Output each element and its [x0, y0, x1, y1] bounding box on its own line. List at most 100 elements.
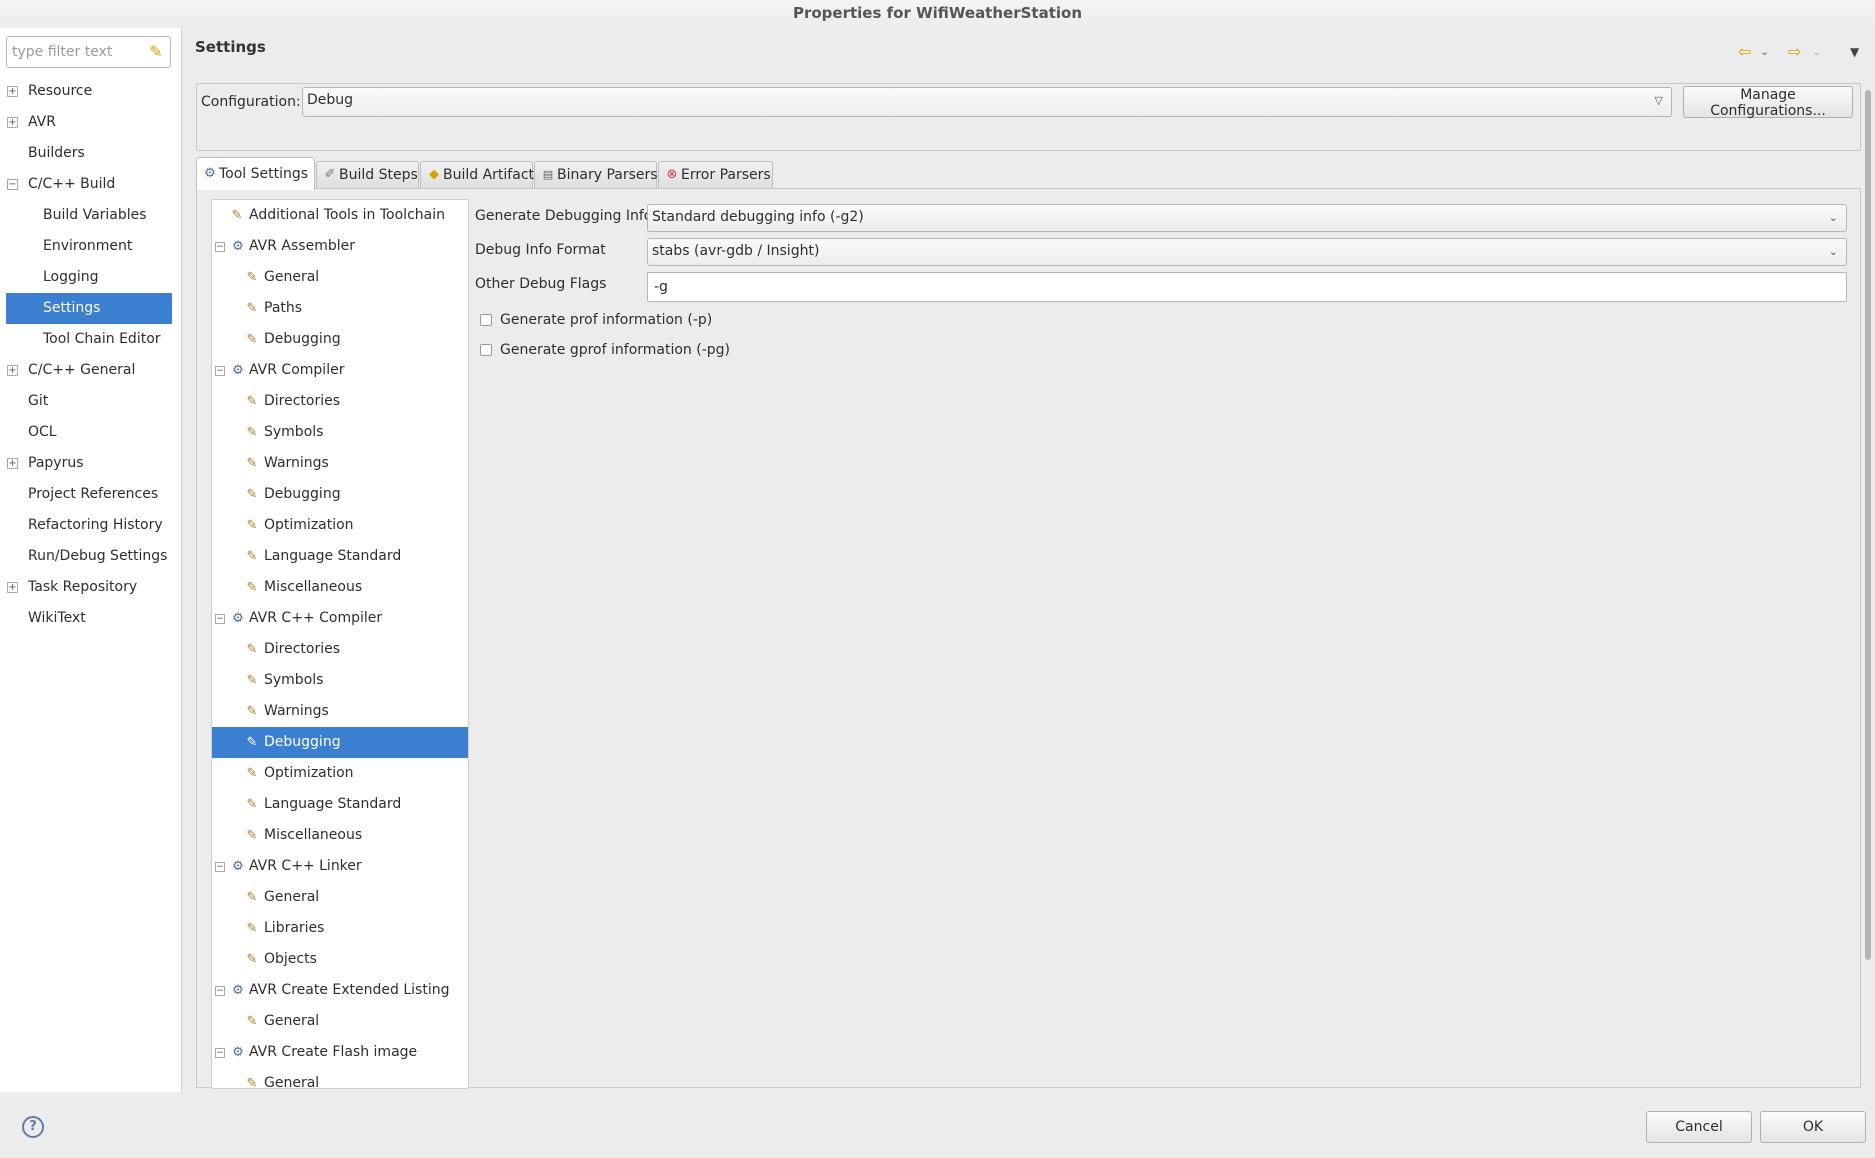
sidebar-item-c-c-build[interactable]: − C/C++ Build [0, 169, 182, 200]
expand-icon[interactable]: + [7, 86, 18, 97]
scrollbar-thumb[interactable] [1865, 90, 1871, 960]
tab-binary-parsers[interactable]: ▤ Binary Parsers [534, 161, 658, 189]
tree-item[interactable]: ✎ Symbols [212, 665, 468, 696]
tree-item[interactable]: ✎ Warnings [212, 696, 468, 727]
tree-item-label: Symbols [264, 424, 324, 440]
back-menu-chevron-icon[interactable]: ⌄ [1760, 42, 1769, 62]
sidebar-item-label: Run/Debug Settings [28, 548, 168, 564]
view-menu-icon[interactable]: ▼ [1850, 42, 1859, 62]
sidebar-item-project-references[interactable]: Project References [0, 479, 182, 510]
configuration-group: Configuration: Debug ▽ Manage Configurat… [196, 83, 1861, 151]
tab-build-steps[interactable]: ✐ Build Steps [316, 161, 419, 189]
debug-info-select[interactable]: Standard debugging info (-g2) ⌄ [647, 204, 1847, 232]
tree-tool-item[interactable]: − ⚙ AVR C++ Linker [212, 851, 468, 882]
tree-item[interactable]: ✎ General [212, 1006, 468, 1037]
sidebar-item-label: Project References [28, 486, 159, 502]
tree-tool-item[interactable]: − ⚙ AVR Create Extended Listing [212, 975, 468, 1006]
tree-item-label: AVR Create Extended Listing [249, 982, 450, 998]
tree-item[interactable]: ✎ Warnings [212, 448, 468, 479]
tree-item[interactable]: ✎ Language Standard [212, 789, 468, 820]
tree-item[interactable]: ✎ Paths [212, 293, 468, 324]
collapse-icon[interactable]: − [215, 366, 225, 376]
sidebar-item-papyrus[interactable]: + Papyrus [0, 448, 182, 479]
sidebar-item-logging[interactable]: Logging [0, 262, 182, 293]
option-category-icon: ✎ [246, 921, 258, 936]
chevron-down-icon: ⌄ [1828, 245, 1838, 258]
filter-input[interactable] [10, 40, 148, 64]
collapse-icon[interactable]: − [215, 242, 225, 252]
configuration-select[interactable]: Debug ▽ [302, 87, 1672, 117]
sidebar-item-task-repository[interactable]: + Task Repository [0, 572, 182, 603]
sidebar-item-wikitext[interactable]: WikiText [0, 603, 182, 634]
tree-item[interactable]: ✎ Language Standard [212, 541, 468, 572]
tree-item[interactable]: ✎ Debugging [212, 727, 468, 758]
tree-tool-item[interactable]: − ⚙ AVR Compiler [212, 355, 468, 386]
page-vertical-scrollbar[interactable] [1863, 84, 1873, 1088]
forward-menu-chevron-icon[interactable]: ⌄ [1812, 42, 1821, 62]
tree-item[interactable]: ✎ Symbols [212, 417, 468, 448]
expand-icon[interactable]: + [7, 117, 18, 128]
sidebar-item-c-c-general[interactable]: + C/C++ General [0, 355, 182, 386]
tree-item[interactable]: ✎ Miscellaneous [212, 572, 468, 603]
option-category-icon: ✎ [246, 642, 258, 657]
tree-tool-item[interactable]: − ⚙ AVR Create Flash image [212, 1037, 468, 1068]
tree-item-label: Warnings [264, 703, 329, 719]
sidebar-item-tool-chain-editor[interactable]: Tool Chain Editor [0, 324, 182, 355]
tree-item[interactable]: ✎ Miscellaneous [212, 820, 468, 851]
tree-item[interactable]: ✎ General [212, 882, 468, 913]
tree-item[interactable]: ✎ Directories [212, 386, 468, 417]
forward-arrow-icon[interactable]: ⇨ [1788, 42, 1801, 62]
tree-tool-item[interactable]: − ⚙ AVR C++ Compiler [212, 603, 468, 634]
debug-format-select[interactable]: stabs (avr-gdb / Insight) ⌄ [647, 238, 1847, 266]
tree-tool-item[interactable]: − ⚙ AVR Assembler [212, 231, 468, 262]
tab-error-parsers[interactable]: ⊗ Error Parsers [658, 161, 773, 189]
broom-icon[interactable]: ✎ [146, 42, 166, 62]
collapse-icon[interactable]: − [7, 179, 18, 190]
expand-icon[interactable]: + [7, 582, 18, 593]
back-arrow-icon[interactable]: ⇦ [1738, 42, 1751, 62]
collapse-icon[interactable]: − [215, 862, 225, 872]
tree-item[interactable]: ✎ Optimization [212, 758, 468, 789]
expand-icon[interactable]: + [7, 458, 18, 469]
tab-build-artifact[interactable]: ◆ Build Artifact [420, 161, 534, 189]
tree-item[interactable]: ✎ Additional Tools in Toolchain [212, 200, 468, 231]
checkbox-box[interactable] [480, 344, 492, 356]
sidebar-item-label: Git [28, 393, 49, 409]
tree-item[interactable]: ✎ Debugging [212, 324, 468, 355]
sidebar-item-builders[interactable]: Builders [0, 138, 182, 169]
filter-box[interactable]: ✎ [6, 36, 171, 68]
checkbox-box[interactable] [480, 314, 492, 326]
prof-label[interactable]: Generate prof information (-p) [500, 310, 712, 330]
sidebar-item-build-variables[interactable]: Build Variables [0, 200, 182, 231]
sidebar-item-environment[interactable]: Environment [0, 231, 182, 262]
tab-tool-settings[interactable]: ⚙ Tool Settings [196, 157, 315, 190]
sidebar-item-avr[interactable]: + AVR [0, 107, 182, 138]
option-category-icon: ✎ [246, 580, 258, 595]
tree-item[interactable]: ✎ Libraries [212, 913, 468, 944]
sidebar-item-ocl[interactable]: OCL [0, 417, 182, 448]
tree-item[interactable]: ✎ Optimization [212, 510, 468, 541]
collapse-icon[interactable]: − [215, 614, 225, 624]
tree-item[interactable]: ✎ General [212, 262, 468, 293]
expand-icon[interactable]: + [7, 365, 18, 376]
sidebar-item-run-debug-settings[interactable]: Run/Debug Settings [0, 541, 182, 572]
sidebar-item-resource[interactable]: + Resource [0, 76, 182, 107]
tree-item[interactable]: ✎ Debugging [212, 479, 468, 510]
sidebar-item-settings[interactable]: Settings [6, 293, 172, 324]
help-icon[interactable]: ? [22, 1116, 44, 1138]
sidebar-item-refactoring-history[interactable]: Refactoring History [0, 510, 182, 541]
collapse-icon[interactable]: − [215, 1048, 225, 1058]
sidebar-item-git[interactable]: Git [0, 386, 182, 417]
option-category-icon: ✎ [246, 952, 258, 967]
gprof-label[interactable]: Generate gprof information (-pg) [500, 340, 730, 360]
manage-configurations-button[interactable]: Manage Configurations... [1683, 86, 1853, 119]
tree-item[interactable]: ✎ Objects [212, 944, 468, 975]
tree-item[interactable]: ✎ General [212, 1068, 468, 1088]
other-flags-input[interactable] [647, 272, 1847, 302]
collapse-icon[interactable]: − [215, 986, 225, 996]
cancel-button[interactable]: Cancel [1646, 1111, 1752, 1143]
ok-button[interactable]: OK [1760, 1111, 1866, 1143]
tab-label: Build Artifact [443, 167, 534, 183]
tree-item[interactable]: ✎ Directories [212, 634, 468, 665]
option-category-icon: ✎ [246, 487, 258, 502]
